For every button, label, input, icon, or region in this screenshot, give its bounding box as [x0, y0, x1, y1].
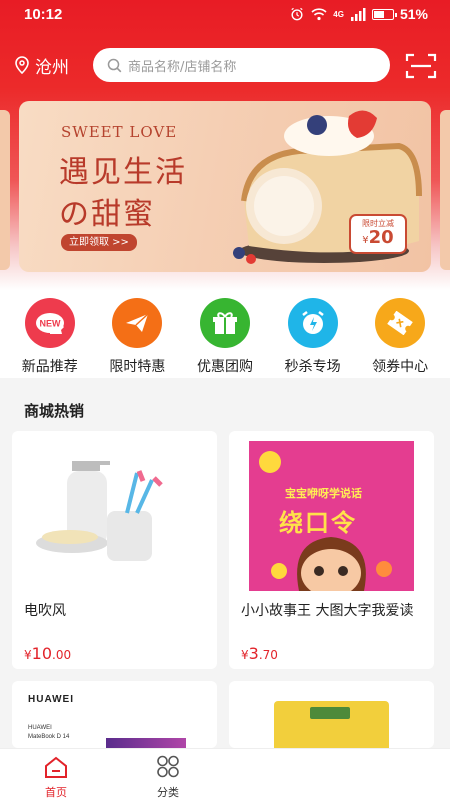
menu-flash-deals[interactable]: 限时特惠 — [97, 290, 177, 378]
menu-coupon-center[interactable]: 领券中心 — [360, 290, 440, 378]
search-placeholder: 商品名称/店铺名称 — [128, 59, 237, 75]
location-pin-icon — [15, 56, 29, 74]
menu-seckill[interactable]: 秒杀专场 — [273, 290, 353, 378]
svg-text:NEW: NEW — [39, 319, 61, 329]
product-image: 宝宝咿呀学说话 绕口令 — [249, 441, 414, 591]
menu-seckill-label: 秒杀专场 — [284, 359, 341, 375]
bottom-tab-bar: 首页 分类 — [0, 748, 450, 800]
search-icon — [107, 58, 122, 72]
menu-new-products[interactable]: NEW 新品推荐 — [10, 290, 90, 378]
banner-headline-2: の甜蜜 — [59, 197, 155, 232]
top-bar: 沧州 商品名称/店铺名称 — [0, 46, 450, 84]
scan-icon[interactable] — [405, 52, 437, 80]
product-card[interactable]: 电吹风 ¥10.00 — [12, 431, 217, 669]
product-image — [274, 701, 389, 748]
tab-home-label: 首页 — [45, 786, 67, 799]
product-card[interactable]: HUAWEI HUAWEI MateBook D 14 — [12, 681, 217, 748]
battery-icon — [371, 8, 397, 20]
tab-category-label: 分类 — [157, 786, 179, 799]
book-cover-subtitle: 宝宝咿呀学说话 — [285, 487, 362, 500]
status-time: 10:12 — [24, 5, 63, 23]
product-card[interactable] — [229, 681, 434, 748]
network-type: 4G — [333, 9, 344, 19]
product-model: MateBook D 14 — [28, 734, 70, 740]
promo-banner[interactable]: SWEET LOVE 遇见生活 の甜蜜 立即领取 >> 限时立减 ¥20 — [19, 101, 431, 272]
banner-claim-button[interactable]: 立即领取 >> — [61, 234, 137, 251]
category-grid-icon — [157, 755, 179, 778]
menu-coupon-center-label: 领券中心 — [372, 359, 429, 375]
section-title: 商城热销 — [24, 402, 85, 420]
product-image — [106, 738, 186, 748]
tab-home[interactable]: 首页 — [0, 749, 112, 800]
menu-new-products-label: 新品推荐 — [21, 359, 78, 375]
signal-icon — [350, 8, 366, 21]
product-card[interactable]: 宝宝咿呀学说话 绕口令 小小故事王 大图大字我爱读 ¥3.70 — [229, 431, 434, 669]
discount-tag-value: ¥20 — [362, 227, 394, 248]
banner-prev-peek — [0, 110, 10, 270]
tab-category[interactable]: 分类 — [112, 749, 224, 800]
menu-group-buy[interactable]: 优惠团购 — [185, 290, 265, 378]
city-name: 沧州 — [35, 57, 69, 78]
battery-level: 51% — [399, 6, 428, 22]
menu-group-buy-label: 优惠团购 — [196, 359, 253, 375]
menu-flash-deals-label: 限时特惠 — [109, 359, 166, 375]
alarm-status-icon — [291, 7, 303, 21]
product-price: ¥3.70 — [241, 644, 278, 663]
product-name: 电吹风 — [24, 603, 66, 619]
product-price: ¥10.00 — [24, 644, 72, 663]
discount-tag: 限时立减 ¥20 — [349, 214, 407, 254]
status-bar: 10:12 4G 51% — [0, 0, 450, 28]
search-input[interactable]: 商品名称/店铺名称 — [93, 48, 390, 82]
home-icon — [45, 756, 67, 778]
product-image — [36, 461, 163, 561]
paper-plane-icon — [112, 298, 163, 348]
coupon-icon — [375, 298, 426, 348]
location-selector[interactable]: 沧州 — [14, 53, 94, 78]
alarm-clock-icon — [287, 298, 338, 348]
banner-tagline: SWEET LOVE — [61, 123, 178, 141]
product-name: 小小故事王 大图大字我爱读 — [241, 603, 414, 619]
product-brand: HUAWEI — [28, 694, 74, 705]
wifi-icon — [311, 8, 327, 21]
quick-menu: NEW 新品推荐 限时特惠 优惠团购 秒杀专场 领券中心 — [0, 290, 450, 378]
banner-headline-1: 遇见生活 — [59, 155, 187, 190]
banner-next-peek — [440, 110, 450, 270]
product-brand-small: HUAWEI — [28, 725, 52, 731]
new-badge-icon: NEW — [24, 298, 75, 348]
status-icons: 4G 51% — [289, 6, 428, 22]
gift-icon — [199, 298, 250, 348]
